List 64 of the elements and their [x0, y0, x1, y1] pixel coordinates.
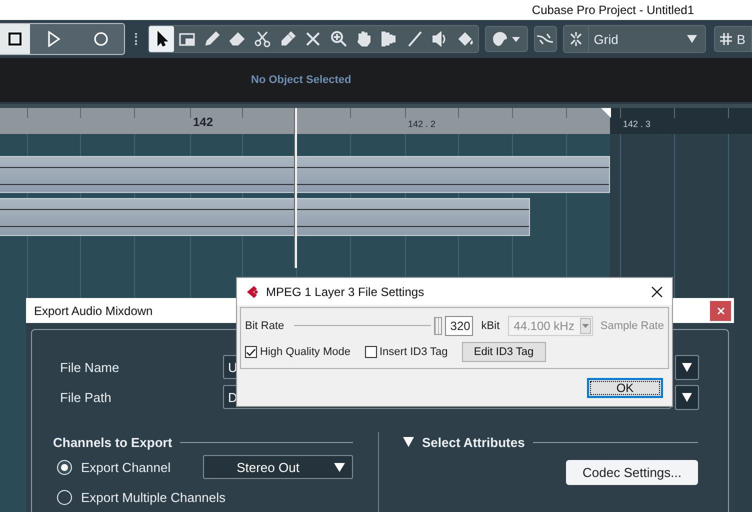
snap-icon — [568, 31, 584, 47]
field-label: File Path — [60, 390, 112, 404]
line-icon — [406, 30, 424, 48]
edit-id3-tag-button[interactable]: Edit ID3 Tag — [462, 342, 546, 362]
grid-icon — [720, 33, 732, 45]
bucket-icon — [456, 30, 474, 48]
color-menu-button[interactable] — [484, 26, 528, 52]
record-icon — [92, 31, 109, 47]
unit-label: kBit — [481, 320, 500, 332]
checkbox-icon — [245, 346, 257, 358]
field-label: Sample Rate — [600, 320, 664, 332]
dialog-title: Export Audio Mixdown — [34, 304, 153, 318]
grid-type-dropdown[interactable]: Grid — [588, 26, 705, 52]
radio-button[interactable]: Export Multiple Channels — [57, 490, 226, 504]
ok-button[interactable]: OK — [587, 378, 663, 398]
section-heading: Channels to Export — [53, 434, 172, 450]
dropdown-arrow-icon — [686, 35, 697, 43]
app-logo-icon — [246, 284, 260, 298]
project-end-marker-icon — [601, 108, 611, 118]
scissors-icon — [254, 30, 272, 48]
dropdown-arrow-icon — [334, 463, 345, 472]
zoom-icon — [330, 30, 348, 48]
codec-settings-button[interactable]: Codec Settings... — [566, 460, 698, 485]
stop-button[interactable] — [0, 24, 30, 54]
ruler-label: 142 — [193, 115, 214, 129]
ruler-label: 142 . 2 — [408, 119, 436, 129]
checkbox[interactable]: Insert ID3 Tag — [364, 346, 448, 358]
channel-dropdown[interactable]: Stereo Out — [203, 455, 353, 479]
dialog-title: MPEG 1 Layer 3 File Settings — [266, 284, 424, 298]
audio-event[interactable] — [0, 156, 610, 193]
dropdown-arrow-icon — [682, 362, 692, 372]
checkbox[interactable]: High Quality Mode — [245, 346, 350, 358]
curve-icon — [536, 31, 554, 47]
section-heading: Select Attributes — [422, 434, 525, 450]
bit-rate-field[interactable]: 320 — [445, 316, 474, 336]
field-label: File Name — [60, 360, 120, 374]
close-icon[interactable] — [651, 286, 663, 298]
playhead-cursor[interactable] — [294, 108, 297, 268]
window-title: Cubase Pro Project - Untitled1 — [532, 3, 694, 17]
radio-button[interactable]: Export Channel — [57, 460, 199, 474]
audio-event[interactable] — [0, 198, 530, 236]
play-icon — [46, 31, 61, 47]
field-label: Bit Rate — [245, 320, 286, 332]
arrow-tool[interactable] — [148, 26, 174, 52]
range-icon — [178, 30, 196, 48]
dropdown-button[interactable] — [675, 384, 699, 410]
dropdown-arrow-icon — [682, 392, 692, 402]
dropdown-button[interactable] — [675, 354, 699, 380]
stop-icon — [8, 32, 22, 46]
checkbox-icon — [364, 346, 376, 358]
bars-icon — [380, 30, 398, 48]
expand-triangle-icon[interactable] — [403, 437, 414, 447]
eraser-icon — [228, 30, 246, 48]
pencil-icon — [203, 30, 222, 48]
close-button[interactable] — [710, 300, 731, 320]
close-icon — [716, 306, 724, 314]
ruler[interactable]: 142 142 . 2 142 . 3 — [0, 108, 752, 134]
bit-rate-slider[interactable] — [294, 316, 442, 336]
info-line-text: No Object Selected — [251, 74, 352, 86]
cross-icon — [304, 30, 322, 48]
palette-icon — [491, 31, 522, 47]
snap-type-button[interactable] — [534, 26, 557, 52]
grid-button[interactable]: B — [714, 26, 752, 52]
ruler-label: 142 . 3 — [623, 119, 651, 129]
